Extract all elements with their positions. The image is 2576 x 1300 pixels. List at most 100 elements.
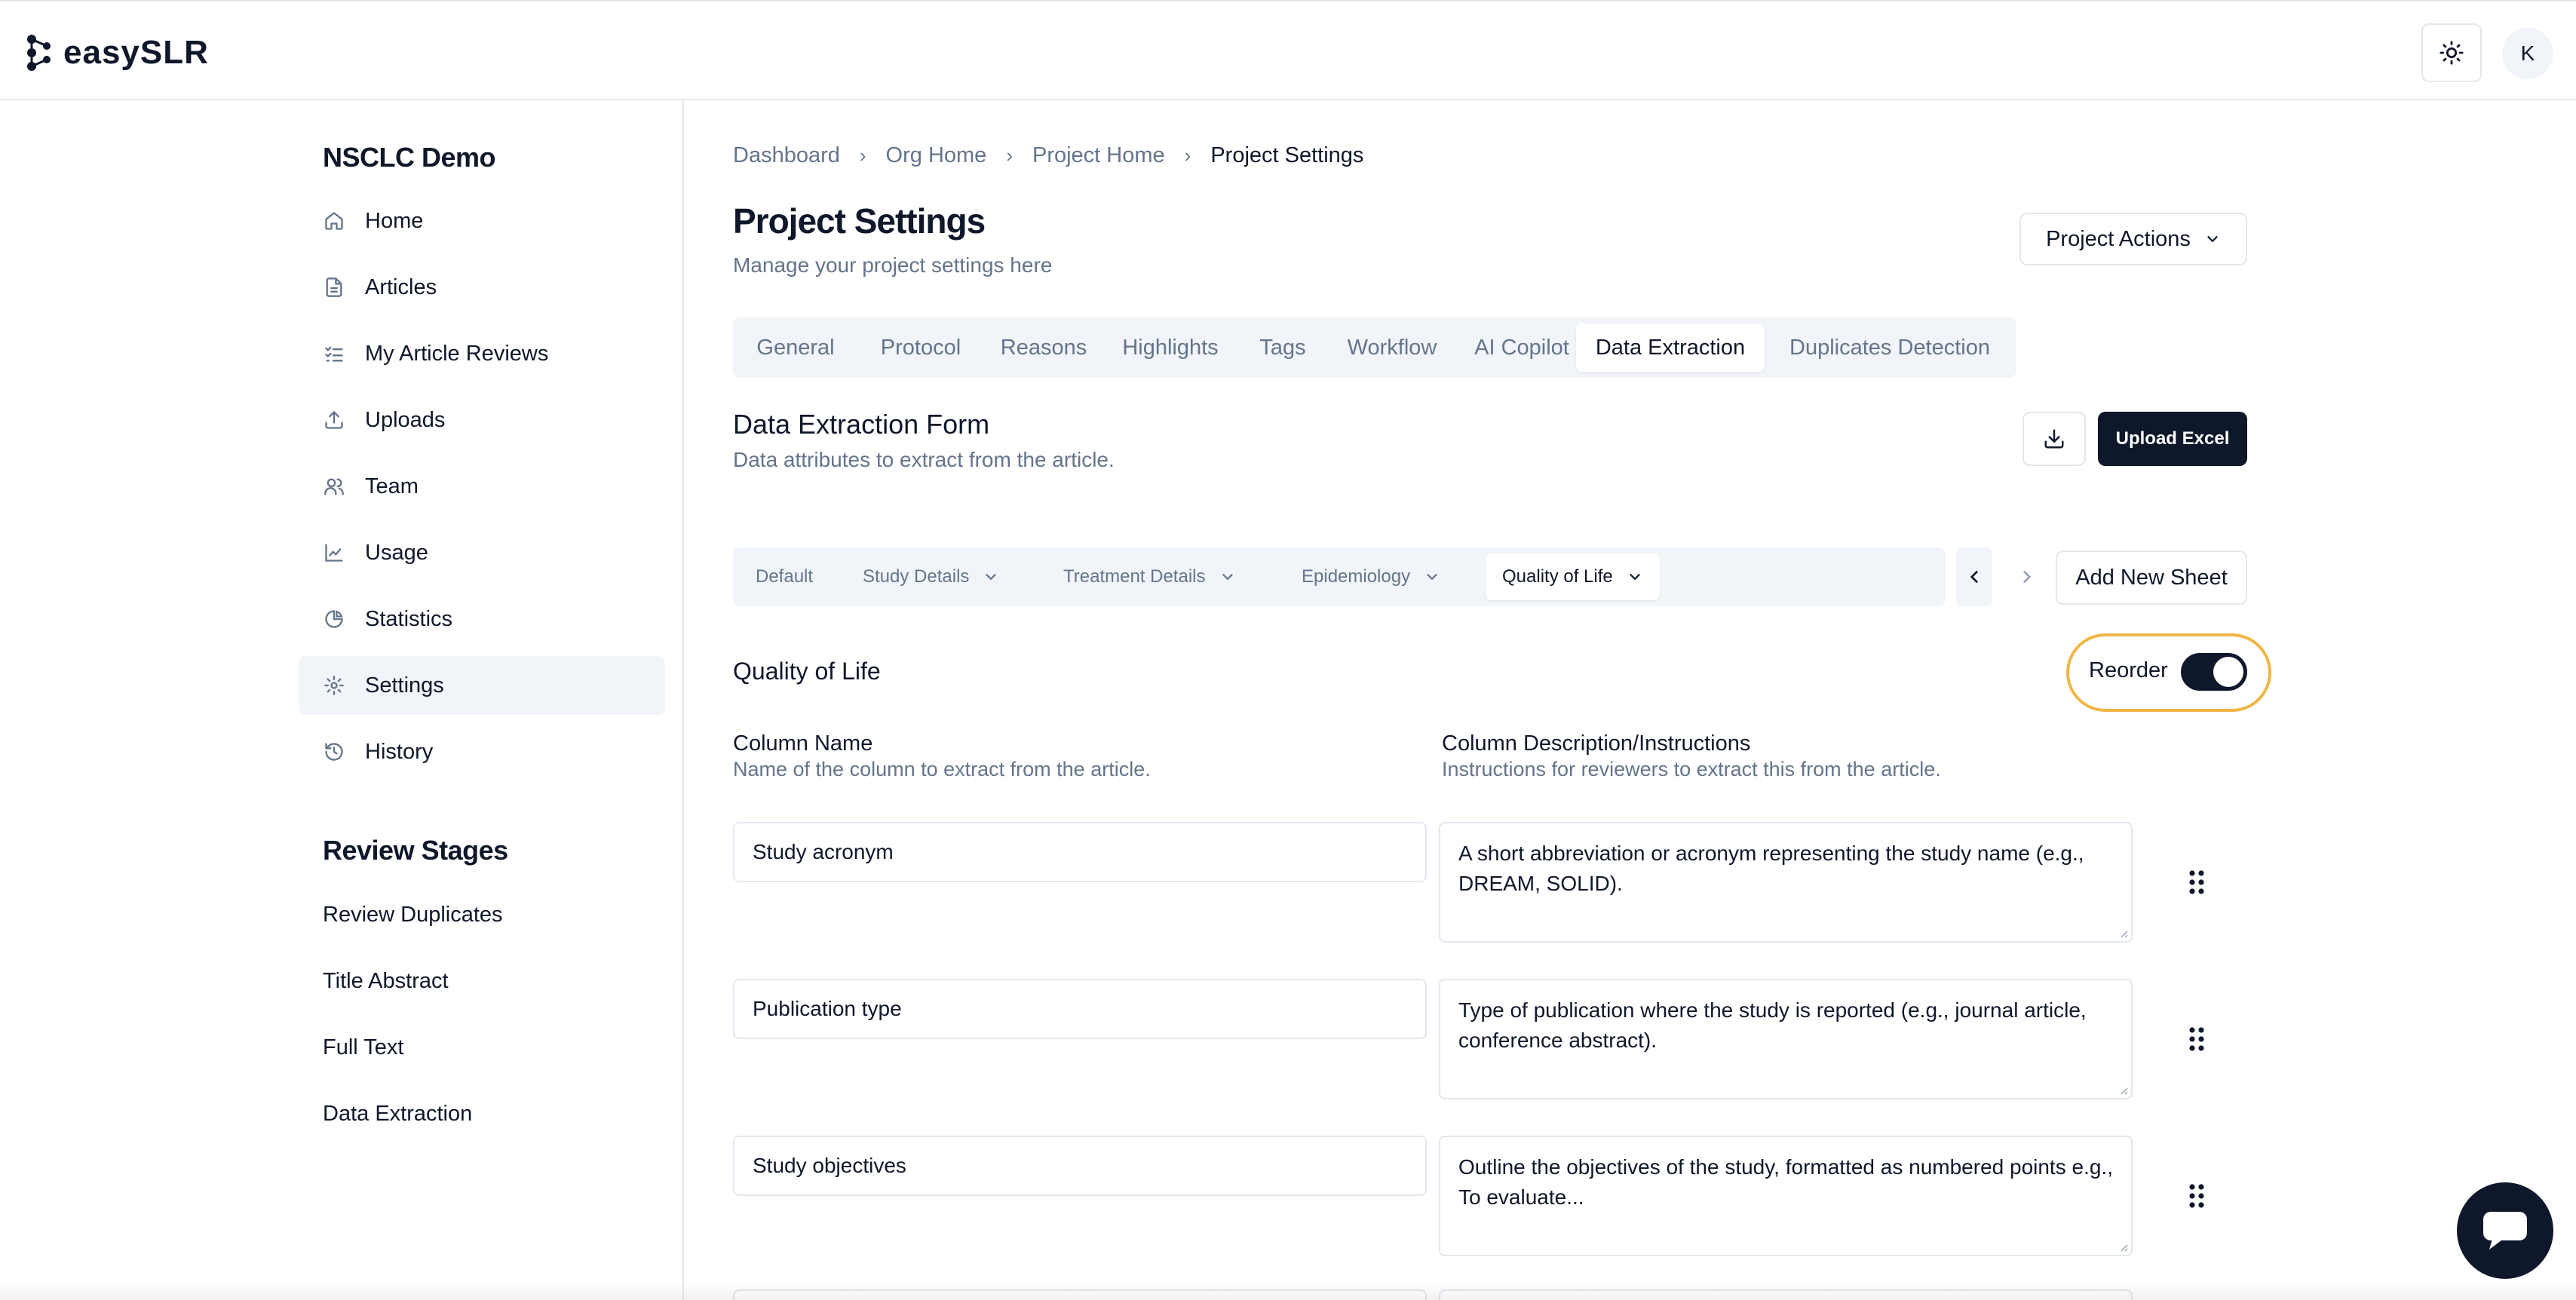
top-bar: easySLR K — [0, 0, 2576, 100]
column-name-input[interactable]: Publication type — [733, 979, 1427, 1039]
sidebar-item-history[interactable]: History — [299, 722, 665, 781]
home-icon — [323, 210, 345, 232]
column-name-subtitle: Name of the column to extract from the a… — [733, 758, 1151, 780]
breadcrumb: Dashboard › Org Home › Project Home › Pr… — [733, 142, 1363, 169]
chevron-down-icon — [2207, 236, 2218, 243]
sheet-prev-button[interactable] — [1956, 547, 1992, 606]
column-description-subtitle: Instructions for reviewers to extract th… — [1442, 758, 1941, 780]
tab-duplicates-detection[interactable]: Duplicates Detection — [1769, 323, 2010, 372]
sheet-next-button[interactable] — [2009, 547, 2045, 606]
sidebar-item-label: Settings — [365, 673, 444, 698]
breadcrumb-dashboard[interactable]: Dashboard — [733, 143, 840, 168]
sheet-tab-epidemiology[interactable]: Epidemiology — [1285, 553, 1457, 600]
sheet-tab-label: Study Details — [863, 566, 970, 587]
sidebar-item-team[interactable]: Team — [299, 457, 665, 516]
chevron-right-icon: › — [859, 143, 866, 167]
column-name-input[interactable]: Study objectives — [733, 1136, 1427, 1196]
tab-tags[interactable]: Tags — [1237, 323, 1329, 372]
sidebar-item-articles[interactable]: Articles — [299, 258, 665, 317]
chat-bubble-icon — [2483, 1212, 2527, 1249]
settings-tabs: General Protocol Reasons Highlights Tags… — [733, 317, 2016, 378]
file-icon — [323, 276, 345, 299]
sidebar-item-settings[interactable]: Settings — [299, 656, 665, 715]
sheet-tab-quality-of-life[interactable]: Quality of Life — [1486, 553, 1660, 600]
tab-reasons[interactable]: Reasons — [983, 323, 1104, 372]
theme-toggle-button[interactable] — [2421, 23, 2482, 82]
tab-protocol[interactable]: Protocol — [858, 323, 983, 372]
drag-handle-icon[interactable] — [2185, 867, 2208, 897]
project-name: NSCLC Demo — [323, 142, 496, 173]
sidebar-item-statistics[interactable]: Statistics — [299, 590, 665, 648]
breadcrumb-org-home[interactable]: Org Home — [886, 143, 987, 168]
reorder-toggle[interactable] — [2181, 653, 2247, 691]
project-actions-button[interactable]: Project Actions — [2019, 213, 2247, 265]
logo-mark-icon — [27, 35, 51, 71]
chevron-right-icon: › — [1006, 143, 1013, 167]
column-description-input[interactable]: Type of publication where the study is r… — [1439, 979, 2133, 1099]
sheet-tabs: Default Study Details Treatment Details … — [733, 547, 1946, 606]
sidebar-item-label: History — [365, 739, 434, 764]
toggle-knob — [2213, 657, 2243, 687]
drag-handle-icon[interactable] — [2185, 1181, 2208, 1211]
resize-grip-icon[interactable] — [2116, 1240, 2128, 1252]
sidebar-item-label: Statistics — [365, 606, 453, 631]
page-title: Project Settings — [733, 201, 986, 241]
column-description-header: Column Description/Instructions — [1442, 731, 1751, 756]
form-title: Data Extraction Form — [733, 409, 990, 440]
sheet-tab-label: Epidemiology — [1302, 566, 1411, 587]
upload-icon — [323, 409, 345, 431]
tab-highlights[interactable]: Highlights — [1104, 323, 1237, 372]
tab-data-extraction[interactable]: Data Extraction — [1576, 323, 1765, 372]
stage-review-duplicates[interactable]: Review Duplicates — [323, 903, 503, 927]
sidebar-item-label: My Article Reviews — [365, 341, 549, 366]
resize-grip-icon[interactable] — [2116, 926, 2128, 938]
chevron-left-icon — [1970, 571, 1978, 583]
chevron-down-icon[interactable] — [1627, 569, 1643, 585]
pie-chart-icon — [323, 608, 345, 630]
column-description-text: Outline the objectives of the study, for… — [1458, 1155, 2113, 1209]
tab-ai-copilot[interactable]: AI Copilot — [1455, 323, 1588, 372]
resize-grip-icon[interactable] — [2116, 1083, 2128, 1095]
sheet-tab-treatment-details[interactable]: Treatment Details — [1047, 553, 1253, 600]
tab-workflow[interactable]: Workflow — [1329, 323, 1455, 372]
sidebar-item-label: Uploads — [365, 407, 446, 432]
chevron-down-icon[interactable] — [983, 569, 999, 585]
breadcrumb-project-home[interactable]: Project Home — [1032, 143, 1165, 168]
reorder-label: Reorder — [2089, 658, 2168, 682]
sidebar-item-my-article-reviews[interactable]: My Article Reviews — [299, 324, 665, 383]
column-description-text: Type of publication where the study is r… — [1458, 998, 2087, 1052]
tab-general[interactable]: General — [733, 323, 858, 372]
stage-title-abstract[interactable]: Title Abstract — [323, 969, 449, 994]
upload-excel-button[interactable]: Upload Excel — [2098, 412, 2247, 466]
sidebar-item-label: Home — [365, 208, 424, 233]
sidebar-item-uploads[interactable]: Uploads — [299, 391, 665, 449]
chevron-down-icon[interactable] — [1424, 569, 1440, 585]
chevron-right-icon: › — [1184, 143, 1191, 167]
column-description-text: A short abbreviation or acronym represen… — [1458, 842, 2084, 895]
user-avatar[interactable]: K — [2502, 28, 2553, 79]
column-description-input[interactable]: Outline the objectives of the study, for… — [1439, 1136, 2133, 1256]
drag-handle-icon[interactable] — [2185, 1024, 2208, 1054]
sidebar-item-label: Articles — [365, 274, 437, 299]
checklist-icon — [323, 342, 345, 365]
download-button[interactable] — [2022, 412, 2086, 466]
chevron-down-icon[interactable] — [1219, 569, 1236, 585]
review-stages-heading: Review Stages — [323, 835, 508, 866]
sheet-tab-default[interactable]: Default — [739, 553, 830, 600]
sidebar-item-home[interactable]: Home — [299, 192, 665, 250]
sidebar-item-label: Team — [365, 474, 419, 498]
form-subtitle: Data attributes to extract from the arti… — [733, 448, 1115, 471]
sidebar-item-usage[interactable]: Usage — [299, 523, 665, 582]
column-name-input[interactable]: Study acronym — [733, 822, 1427, 882]
sheet-tab-study-details[interactable]: Study Details — [846, 553, 1016, 600]
app-logo[interactable]: easySLR — [26, 32, 209, 74]
stage-full-text[interactable]: Full Text — [323, 1035, 403, 1060]
bottom-shadow — [0, 1282, 2576, 1300]
sheet-tab-label: Default — [756, 566, 814, 587]
stage-data-extraction[interactable]: Data Extraction — [323, 1102, 472, 1127]
sidebar-item-label: Usage — [365, 540, 428, 565]
add-new-sheet-button[interactable]: Add New Sheet — [2056, 550, 2247, 605]
sheet-section-title: Quality of Life — [733, 658, 881, 685]
chat-support-button[interactable] — [2457, 1182, 2553, 1279]
column-description-input[interactable]: A short abbreviation or acronym represen… — [1439, 822, 2133, 943]
